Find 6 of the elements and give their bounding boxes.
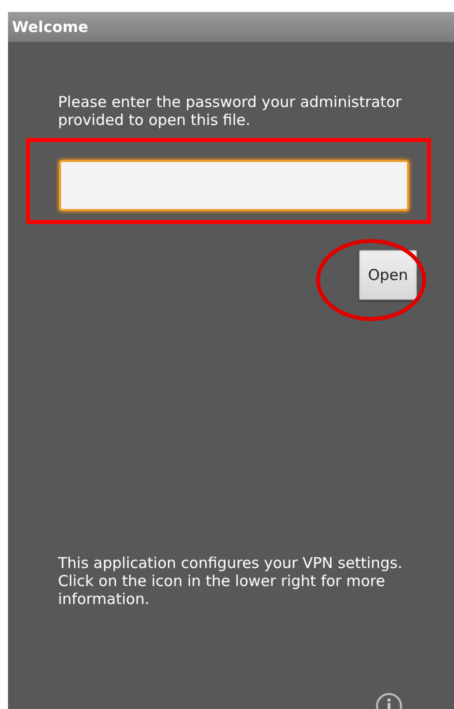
info-icon[interactable] — [375, 692, 403, 709]
info-text: This application configures your VPN settings. Click on the icon in the lower right for more information. — [58, 554, 404, 608]
password-prompt: Please enter the password your administrator provided to open this file. — [58, 93, 403, 129]
window-title: Welcome — [8, 12, 454, 42]
open-button[interactable]: Open — [359, 250, 417, 300]
password-field[interactable] — [59, 160, 409, 211]
